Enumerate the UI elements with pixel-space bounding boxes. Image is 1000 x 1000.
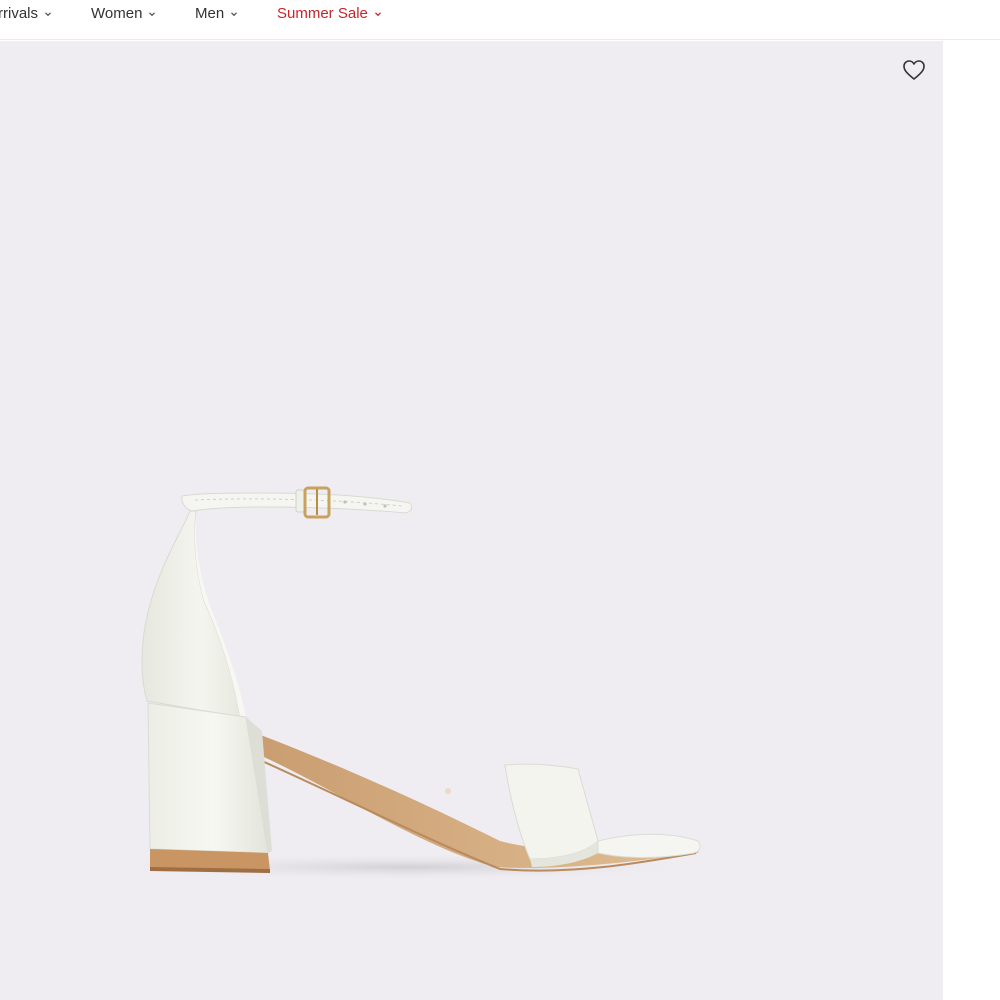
- nav-item-women[interactable]: Women: [91, 4, 157, 22]
- chevron-down-icon: [149, 11, 156, 16]
- nav-item-men[interactable]: Men: [195, 4, 239, 22]
- product-page: rrivals Women Men Summer Sale: [0, 0, 1000, 1000]
- nav-item-new-arrivals[interactable]: rrivals: [0, 4, 53, 22]
- product-image-sandal: [100, 486, 720, 881]
- heart-outline-icon[interactable]: [901, 58, 927, 82]
- right-margin: [943, 41, 1000, 1000]
- nav-item-label: Summer Sale: [277, 4, 368, 22]
- chevron-down-icon: [374, 11, 381, 16]
- top-navigation: rrivals Women Men Summer Sale: [0, 0, 1000, 40]
- nav-item-label: rrivals: [0, 4, 38, 22]
- product-gallery[interactable]: [0, 41, 943, 1000]
- chevron-down-icon: [231, 11, 238, 16]
- nav-item-summer-sale[interactable]: Summer Sale: [277, 4, 383, 22]
- nav-item-label: Men: [195, 4, 225, 22]
- nav-item-label: Women: [91, 4, 143, 22]
- chevron-down-icon: [45, 11, 51, 16]
